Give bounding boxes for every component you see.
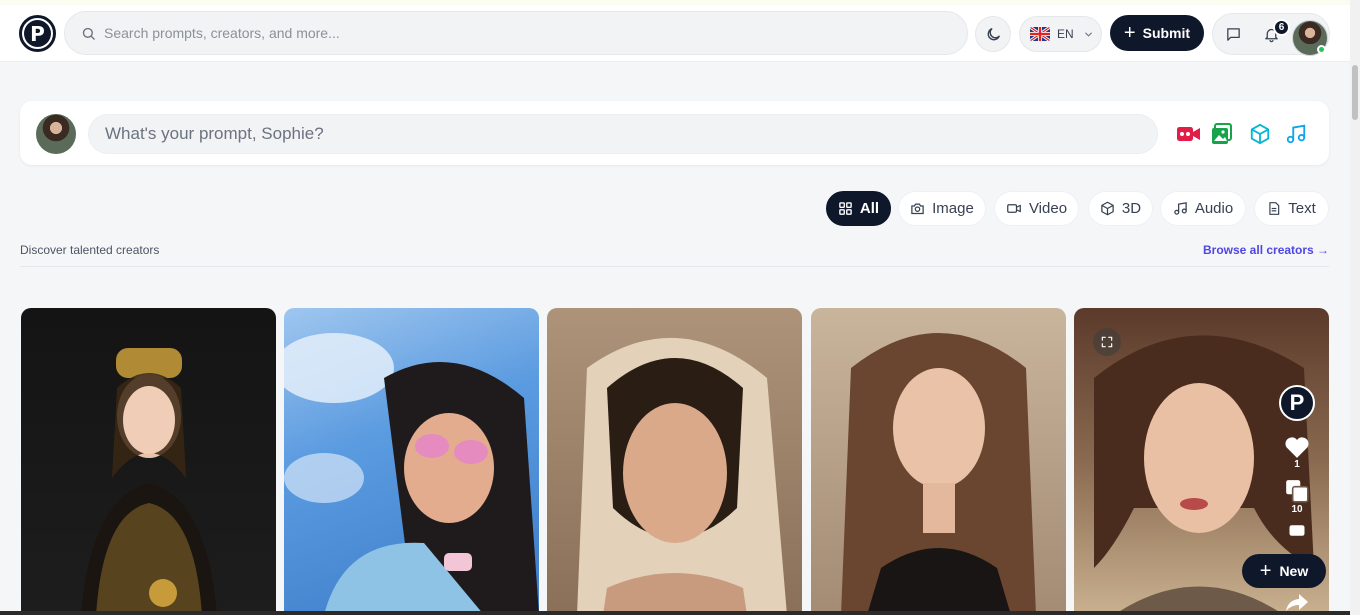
expand-icon <box>1101 336 1113 348</box>
creator-card[interactable] <box>811 308 1066 615</box>
theme-toggle-button[interactable] <box>975 16 1011 52</box>
audio-upload-button[interactable] <box>1283 121 1309 147</box>
site-logo[interactable]: P <box>19 15 56 52</box>
section-divider <box>20 266 1329 267</box>
new-post-label: New <box>1279 563 1309 579</box>
video-camera-icon <box>1177 127 1200 141</box>
tab-3d-label: 3D <box>1121 200 1142 217</box>
tab-image[interactable]: Image <box>898 191 986 226</box>
expand-button[interactable] <box>1093 328 1121 356</box>
language-selector[interactable]: EN <box>1019 16 1102 52</box>
grid-icon <box>839 202 852 215</box>
messages-button[interactable] <box>1215 16 1251 52</box>
submit-button[interactable]: + Submit <box>1110 15 1204 51</box>
like-count: 1 <box>1294 459 1300 470</box>
tab-audio-label: Audio <box>1194 200 1234 217</box>
language-code: EN <box>1057 27 1074 41</box>
card-portrait-image <box>284 333 539 615</box>
uk-flag-icon <box>1030 27 1050 41</box>
3d-upload-button[interactable] <box>1247 121 1273 147</box>
taskbar-edge <box>0 611 1350 615</box>
moon-icon <box>987 27 1000 40</box>
card-portrait-image <box>577 337 787 615</box>
composer-avatar <box>36 114 76 154</box>
music-icon <box>1174 202 1187 215</box>
creator-card[interactable] <box>21 308 276 615</box>
copy-stack-icon <box>1286 480 1309 503</box>
document-icon <box>1269 202 1280 215</box>
creator-card[interactable] <box>284 308 539 615</box>
music-note-icon <box>1286 124 1306 144</box>
cube-icon <box>1101 201 1114 216</box>
search-input[interactable] <box>104 25 924 41</box>
tab-image-label: Image <box>932 200 974 217</box>
plus-icon: + <box>1259 560 1272 582</box>
creator-card[interactable] <box>547 308 802 615</box>
section-title: Discover talented creators <box>20 243 160 257</box>
tab-text-label: Text <box>1288 200 1316 217</box>
card-portrait-image <box>81 348 217 615</box>
submit-label: Submit <box>1142 25 1191 41</box>
scrollbar-thumb[interactable] <box>1352 65 1358 120</box>
video-icon <box>1007 204 1021 213</box>
tab-video-label: Video <box>1028 200 1068 217</box>
tab-video[interactable]: Video <box>994 191 1079 226</box>
card-portrait-image <box>841 333 1036 615</box>
camera-icon <box>911 203 924 215</box>
tab-all[interactable]: All <box>826 191 891 226</box>
search-bar[interactable] <box>64 11 968 55</box>
tab-audio[interactable]: Audio <box>1160 191 1246 226</box>
card-side-actions: P 1 10 <box>1279 385 1315 539</box>
new-post-button[interactable]: + New <box>1242 554 1326 588</box>
notification-badge: 6 <box>1273 19 1290 36</box>
heart-icon <box>1285 437 1309 458</box>
like-button[interactable] <box>1279 435 1315 459</box>
creator-profile-button[interactable]: P <box>1279 385 1315 421</box>
browse-creators-link[interactable]: Browse all creators → <box>1203 243 1329 257</box>
remix-count: 10 <box>1291 504 1303 515</box>
tab-3d[interactable]: 3D <box>1088 191 1153 226</box>
prompt-input[interactable]: What's your prompt, Sophie? <box>88 114 1158 154</box>
chat-icon <box>1226 27 1240 41</box>
image-upload-button[interactable] <box>1209 121 1235 147</box>
comment-icon <box>1289 525 1305 536</box>
video-upload-button[interactable] <box>1176 121 1202 147</box>
plus-icon: + <box>1123 22 1136 44</box>
comment-button[interactable] <box>1279 525 1315 539</box>
share-arrow-icon <box>1286 594 1308 611</box>
image-gallery-icon <box>1212 123 1232 144</box>
tab-all-label: All <box>859 200 880 217</box>
cube-icon <box>1250 123 1270 145</box>
online-status-dot <box>1317 45 1326 54</box>
top-header: P EN + Submit 6 <box>0 5 1350 62</box>
prompt-composer: What's your prompt, Sophie? <box>20 101 1329 165</box>
chevron-down-icon <box>1084 32 1092 37</box>
remix-button[interactable] <box>1279 478 1315 504</box>
search-icon <box>82 27 95 40</box>
logo-letter-icon: P <box>24 20 51 47</box>
tab-text[interactable]: Text <box>1254 191 1329 226</box>
